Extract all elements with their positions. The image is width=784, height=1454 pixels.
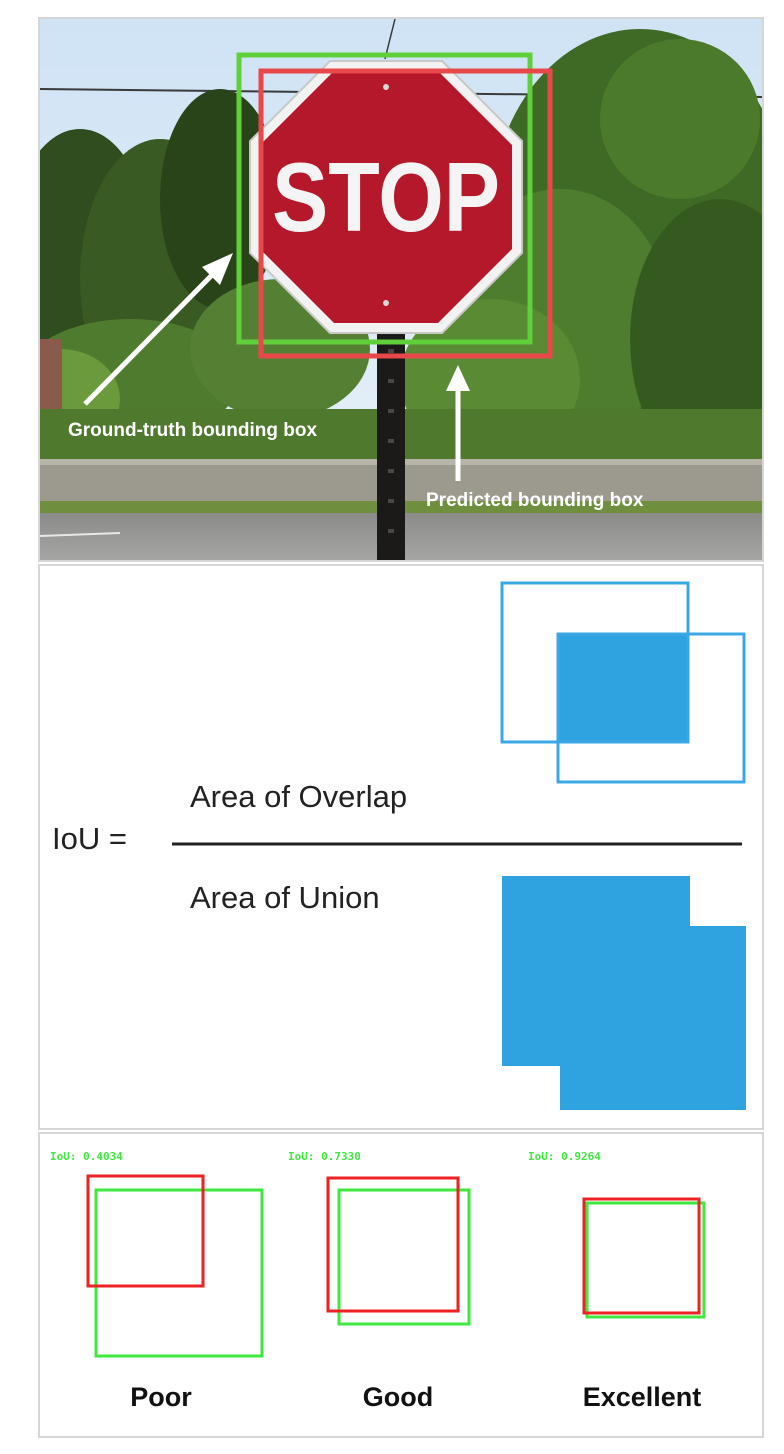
iou-score-label: IoU: 0.9264 bbox=[528, 1150, 601, 1163]
predicted-box bbox=[86, 1174, 205, 1288]
stop-sign-text: STOP bbox=[272, 142, 500, 252]
denominator-label: Area of Union bbox=[190, 880, 380, 915]
example-good: IoU: 0.7330 Good bbox=[288, 1150, 471, 1412]
numerator-label: Area of Overlap bbox=[190, 779, 407, 814]
overlap-area-fill bbox=[558, 634, 688, 742]
rating-label: Good bbox=[363, 1382, 433, 1412]
house bbox=[40, 339, 62, 409]
ground-truth-label: Ground-truth bounding box bbox=[68, 420, 317, 441]
overlap-illustration bbox=[500, 581, 746, 784]
iou-equals-label: IoU = bbox=[52, 821, 127, 856]
union-area-fill bbox=[502, 876, 746, 1110]
ground-truth-box bbox=[94, 1188, 264, 1358]
example-poor: IoU: 0.4034 Poor bbox=[50, 1150, 264, 1412]
rating-label: Poor bbox=[130, 1382, 192, 1412]
predicted-box bbox=[582, 1197, 701, 1315]
ground-truth-box bbox=[585, 1201, 706, 1319]
iou-score-label: IoU: 0.4034 bbox=[50, 1150, 123, 1163]
iou-formula-diagram: IoU = Area of Overlap Area of Union bbox=[52, 581, 746, 1110]
example-excellent: IoU: 0.9264 Excellent bbox=[528, 1150, 706, 1412]
iou-score-label: IoU: 0.7330 bbox=[288, 1150, 361, 1163]
stop-sign-photo: STOP Ground-truth bounding box Predicted… bbox=[40, 19, 762, 560]
rating-label: Excellent bbox=[583, 1382, 702, 1412]
predicted-label: Predicted bounding box bbox=[426, 490, 644, 511]
stop-sign-photo-panel: STOP Ground-truth bounding box Predicted… bbox=[38, 17, 764, 562]
ground-truth-box bbox=[337, 1188, 471, 1326]
stop-sign: STOP bbox=[249, 60, 523, 334]
iou-examples: IoU: 0.4034 Poor IoU: 0.7330 Good IoU: 0… bbox=[50, 1150, 706, 1412]
iou-examples-panel: IoU: 0.4034 Poor IoU: 0.7330 Good IoU: 0… bbox=[38, 1132, 764, 1438]
predicted-box bbox=[326, 1176, 460, 1313]
iou-formula-panel: IoU = Area of Overlap Area of Union bbox=[38, 564, 764, 1130]
